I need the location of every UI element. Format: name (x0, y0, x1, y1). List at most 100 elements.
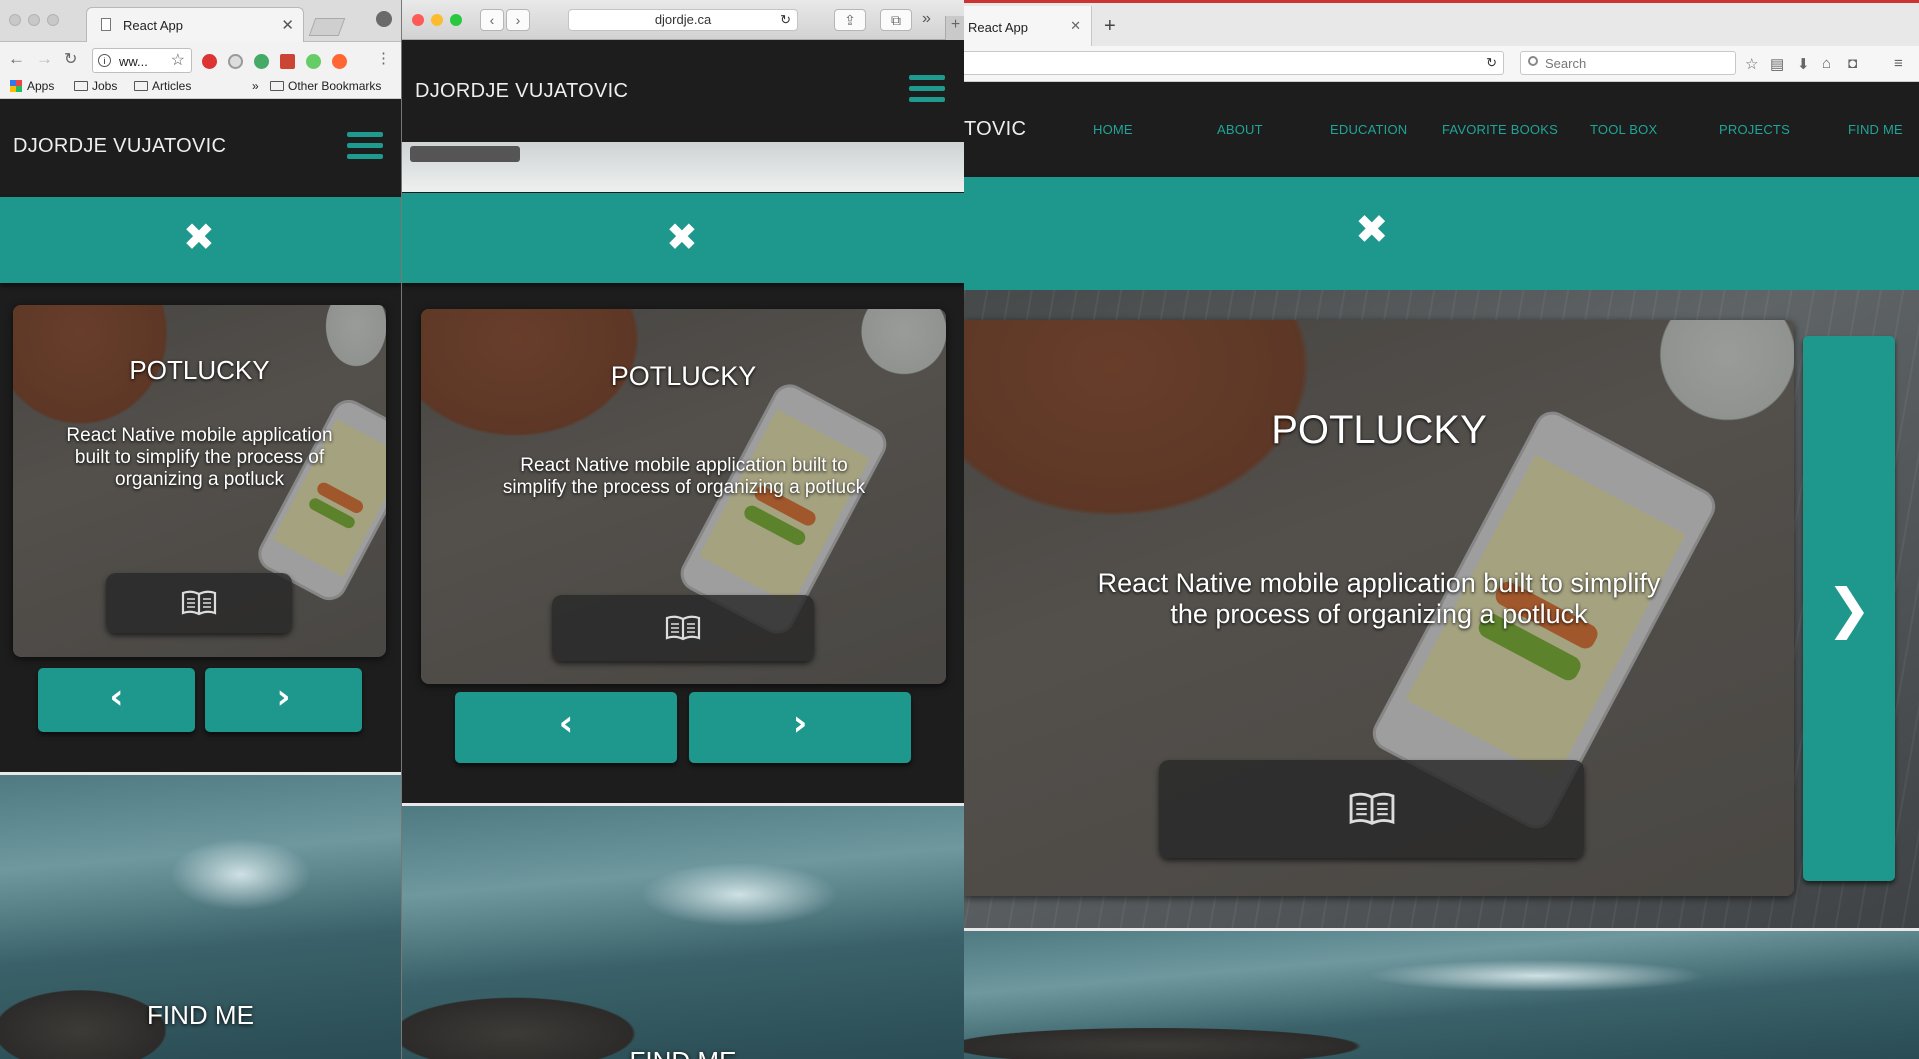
page-icon (101, 18, 111, 31)
menu-favorite-books[interactable]: FAVORITE BOOKS (1442, 122, 1558, 137)
project-card: POTLUCKY React Native mobile application… (421, 309, 946, 684)
site-brand-partial[interactable]: TOVIC (964, 118, 1026, 141)
forward-icon[interactable]: → (36, 49, 53, 69)
chrome-tab[interactable]: React App ✕ (86, 7, 304, 42)
window-close-dot[interactable] (9, 14, 21, 26)
ring-extension-icon[interactable] (228, 54, 243, 69)
folder-icon (270, 81, 284, 91)
tab-close-icon[interactable]: ✕ (281, 16, 294, 34)
chrome-window: React App ✕ ← → ↻ i ww... ☆ ⋮ Apps Jobs … (0, 0, 401, 1059)
prev-project-button[interactable]: ‹ (455, 692, 677, 763)
tabs-overview-icon[interactable]: ⧉ (880, 9, 912, 31)
menu-close-bar: ✖ (0, 197, 401, 283)
profile-icon[interactable] (376, 11, 392, 27)
project-title: POTLUCKY (610, 361, 757, 391)
search-box[interactable]: Search (1520, 51, 1736, 75)
next-project-button[interactable]: › (689, 692, 911, 763)
menu-close-bar: ✖ (964, 177, 1919, 290)
toolbar-overflow[interactable]: » (922, 10, 931, 28)
window-zoom-dot[interactable] (47, 14, 59, 26)
new-tab-icon[interactable]: + (1104, 15, 1116, 38)
find-me-section (964, 928, 1919, 1059)
bookmark-jobs[interactable]: Jobs (74, 79, 117, 93)
menu-projects[interactable]: PROJECTS (1719, 122, 1790, 137)
book-icon (181, 590, 217, 616)
project-description: React Native mobile application built to… (66, 425, 333, 490)
read-more-button[interactable] (106, 573, 292, 633)
download-icon[interactable]: ⬇ (1797, 55, 1810, 73)
window-close-dot[interactable] (412, 14, 424, 26)
find-me-title: FIND ME (147, 1000, 254, 1030)
menu-close-bar: ✖ (402, 193, 964, 283)
close-icon[interactable]: ✖ (666, 215, 698, 259)
find-me-title: FIND ME (402, 1046, 964, 1059)
address-bar[interactable]: djordje.ca ↻ (568, 9, 798, 31)
bookmarks-overflow[interactable]: » (252, 79, 259, 93)
window-minimize-dot[interactable] (431, 14, 443, 26)
address-bar[interactable]: ↻ (964, 51, 1504, 75)
project-title: POTLUCKY (1271, 408, 1487, 452)
hero-image-strip (402, 142, 964, 192)
read-more-button[interactable] (1159, 760, 1584, 858)
close-icon[interactable]: ✖ (183, 215, 215, 259)
project-title: POTLUCKY (129, 355, 270, 385)
check-extension-icon[interactable] (254, 54, 269, 69)
reload-icon[interactable]: ↻ (64, 49, 77, 69)
menu-education[interactable]: EDUCATION (1330, 122, 1407, 137)
pocket-icon[interactable]: ◘ (1848, 55, 1857, 72)
bookmark-star-icon[interactable]: ☆ (171, 50, 185, 70)
prev-project-button[interactable]: ‹ (38, 668, 195, 732)
share-icon[interactable]: ⇪ (834, 9, 866, 31)
back-icon[interactable]: ← (8, 49, 25, 69)
back-icon[interactable]: ‹ (480, 9, 504, 31)
reload-icon[interactable]: ↻ (780, 10, 791, 30)
hamburger-icon[interactable] (347, 132, 383, 165)
safari-toolbar: ‹ › djordje.ca ↻ ⇪ ⧉ » + (402, 0, 964, 40)
site-brand[interactable]: DJORDJE VUJATOVIC (13, 135, 226, 158)
site-brand[interactable]: DJORDJE VUJATOVIC (415, 80, 628, 103)
menu-find-me[interactable]: FIND ME (1848, 122, 1903, 137)
address-bar[interactable]: i ww... ☆ (92, 48, 192, 73)
folder-icon (74, 81, 88, 91)
project-card: POTLUCKY React Native mobile application… (13, 305, 386, 657)
site-navbar: DJORDJE VUJATOVIC (402, 40, 964, 142)
book-icon (1349, 792, 1394, 825)
bookmark-articles[interactable]: Articles (134, 79, 191, 93)
site-navbar: DJORDJE VUJATOVIC (0, 99, 401, 195)
read-more-button[interactable] (552, 595, 814, 661)
search-icon (1528, 56, 1538, 66)
next-project-button[interactable]: › (205, 668, 362, 732)
new-tab-icon[interactable]: + (945, 16, 964, 40)
tab-close-icon[interactable]: ✕ (1070, 18, 1081, 34)
block-extension-icon[interactable] (332, 54, 347, 69)
library-icon[interactable]: ▤ (1770, 55, 1784, 73)
menu-home[interactable]: HOME (1093, 122, 1133, 137)
green-extension-icon[interactable] (306, 54, 321, 69)
reload-icon[interactable]: ↻ (1486, 55, 1497, 71)
firefox-tab-strip: React App ✕ + (964, 0, 1919, 50)
chrome-menu-icon[interactable]: ⋮ (376, 49, 391, 67)
forward-icon[interactable]: › (506, 9, 530, 31)
bookmarks-bar: Apps Jobs Articles » Other Bookmarks (0, 74, 401, 99)
bookmark-star-icon[interactable]: ☆ (1745, 55, 1758, 73)
menu-tool-box[interactable]: TOOL BOX (1590, 122, 1657, 137)
bookmark-apps[interactable]: Apps (10, 79, 54, 93)
opera-extension-icon[interactable] (202, 54, 217, 69)
info-icon[interactable]: i (98, 54, 111, 67)
close-icon[interactable]: ✖ (1355, 207, 1389, 253)
apps-grid-icon (10, 80, 22, 92)
firefox-tab[interactable]: React App ✕ (964, 6, 1092, 50)
project-card: POTLUCKY React Native mobile application… (964, 320, 1794, 896)
hamburger-icon[interactable] (909, 75, 945, 108)
firefox-menu-icon[interactable]: ≡ (1894, 55, 1903, 72)
image-extension-icon[interactable] (280, 54, 295, 69)
window-minimize-dot[interactable] (28, 14, 40, 26)
home-icon[interactable]: ⌂ (1822, 55, 1831, 72)
menu-about[interactable]: ABOUT (1217, 122, 1263, 137)
bookmark-other[interactable]: Other Bookmarks (270, 79, 381, 93)
window-zoom-dot[interactable] (450, 14, 462, 26)
new-tab-button[interactable] (308, 18, 346, 36)
next-project-button[interactable]: ❯ (1803, 336, 1895, 881)
folder-icon (134, 81, 148, 91)
chrome-tab-title: React App (123, 18, 183, 33)
